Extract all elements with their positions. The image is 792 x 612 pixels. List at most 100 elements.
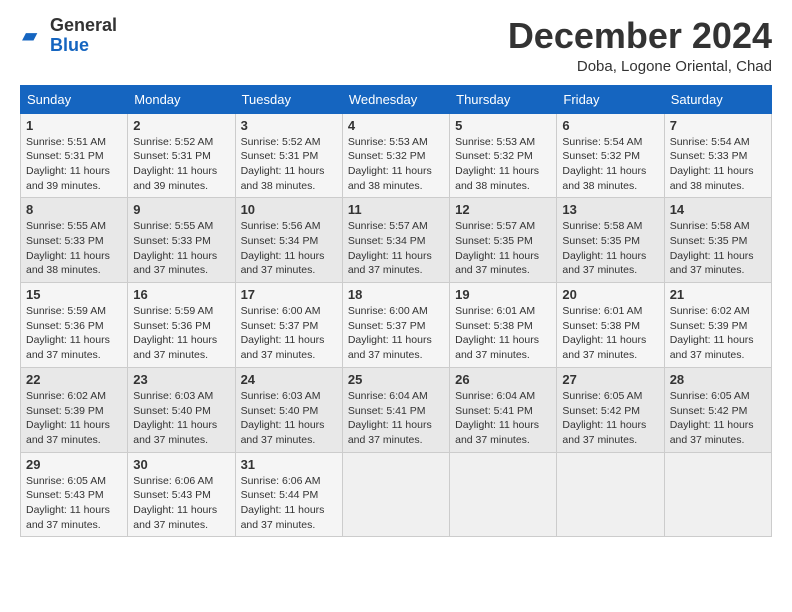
location-subtitle: Doba, Logone Oriental, Chad — [508, 58, 772, 75]
logo-text: General Blue — [50, 16, 117, 56]
day-info: Sunrise: 5:57 AMSunset: 5:35 PMDaylight:… — [455, 219, 551, 278]
calendar-cell — [342, 452, 449, 537]
weekday-header-tuesday: Tuesday — [235, 85, 342, 113]
calendar-cell: 15Sunrise: 5:59 AMSunset: 5:36 PMDayligh… — [21, 283, 128, 368]
weekday-header-friday: Friday — [557, 85, 664, 113]
calendar-cell: 25 Sunrise: 6:04 AMSunset: 5:41 PMDayligh… — [342, 367, 449, 452]
calendar-cell: 13 Sunrise: 5:58 AMSunset: 5:35 PMDayligh… — [557, 198, 664, 283]
day-info: Sunrise: 6:00 AMSunset: 5:37 PMDaylight:… — [348, 304, 444, 363]
day-number: 2 — [133, 118, 229, 133]
logo-blue: Blue — [50, 36, 117, 56]
calendar-cell: 31 Sunrise: 6:06 AMSunset: 5:44 PMDayligh… — [235, 452, 342, 537]
day-info: Sunrise: 6:04 AMSunset: 5:41 PMDaylight:… — [455, 389, 551, 448]
day-number: 6 — [562, 118, 658, 133]
calendar-cell: 3Sunrise: 5:52 AMSunset: 5:31 PMDaylight… — [235, 113, 342, 198]
calendar-cell: 2 Sunrise: 5:52 AMSunset: 5:31 PMDaylight… — [128, 113, 235, 198]
day-info: Sunrise: 5:56 AMSunset: 5:34 PMDaylight:… — [241, 219, 337, 278]
calendar-cell: 20 Sunrise: 6:01 AMSunset: 5:38 PMDayligh… — [557, 283, 664, 368]
calendar-cell: 5 Sunrise: 5:53 AMSunset: 5:32 PMDaylight… — [450, 113, 557, 198]
day-info: Sunrise: 6:01 AMSunset: 5:38 PMDaylight:… — [455, 304, 551, 363]
calendar-week-row: 22 Sunrise: 6:02 AMSunset: 5:39 PMDayligh… — [21, 367, 772, 452]
calendar-cell: 4Sunrise: 5:53 AMSunset: 5:32 PMDaylight… — [342, 113, 449, 198]
day-number: 24 — [241, 372, 337, 387]
calendar-cell: 22 Sunrise: 6:02 AMSunset: 5:39 PMDayligh… — [21, 367, 128, 452]
calendar-cell: 24 Sunrise: 6:03 AMSunset: 5:40 PMDayligh… — [235, 367, 342, 452]
day-number: 12 — [455, 202, 551, 217]
day-number: 8 — [26, 202, 122, 217]
day-number: 26 — [455, 372, 551, 387]
calendar-table: SundayMondayTuesdayWednesdayThursdayFrid… — [20, 85, 772, 538]
weekday-header-saturday: Saturday — [664, 85, 771, 113]
weekday-header-thursday: Thursday — [450, 85, 557, 113]
day-number: 31 — [241, 457, 337, 472]
title-block: December 2024 Doba, Logone Oriental, Cha… — [508, 16, 772, 75]
day-number: 10 — [241, 202, 337, 217]
day-info: Sunrise: 5:55 AMSunset: 5:33 PMDaylight:… — [133, 219, 229, 278]
calendar-cell: 14Sunrise: 5:58 AMSunset: 5:35 PMDayligh… — [664, 198, 771, 283]
calendar-cell: 21 Sunrise: 6:02 AMSunset: 5:39 PMDayligh… — [664, 283, 771, 368]
day-info: Sunrise: 5:53 AMSunset: 5:32 PMDaylight:… — [455, 135, 551, 194]
calendar-week-row: 8 Sunrise: 5:55 AMSunset: 5:33 PMDaylight… — [21, 198, 772, 283]
day-number: 28 — [670, 372, 766, 387]
calendar-cell: 10 Sunrise: 5:56 AMSunset: 5:34 PMDayligh… — [235, 198, 342, 283]
calendar-cell: 26 Sunrise: 6:04 AMSunset: 5:41 PMDayligh… — [450, 367, 557, 452]
day-info: Sunrise: 6:03 AMSunset: 5:40 PMDaylight:… — [241, 389, 337, 448]
calendar-cell: 8Sunrise: 5:55 AMSunset: 5:33 PMDaylight… — [21, 198, 128, 283]
day-number: 14 — [670, 202, 766, 217]
calendar-cell: 19 Sunrise: 6:01 AMSunset: 5:38 PMDayligh… — [450, 283, 557, 368]
day-number: 9 — [133, 202, 229, 217]
day-number: 15 — [26, 287, 122, 302]
day-info: Sunrise: 5:59 AMSunset: 5:36 PMDaylight:… — [133, 304, 229, 363]
day-number: 25 — [348, 372, 444, 387]
day-info: Sunrise: 5:54 AMSunset: 5:32 PMDaylight:… — [562, 135, 658, 194]
calendar-week-row: 1Sunrise: 5:51 AMSunset: 5:31 PMDaylight… — [21, 113, 772, 198]
day-number: 19 — [455, 287, 551, 302]
day-info: Sunrise: 6:05 AMSunset: 5:42 PMDaylight:… — [670, 389, 766, 448]
logo-icon: ▰ — [20, 22, 48, 50]
day-info: Sunrise: 6:05 AMSunset: 5:42 PMDaylight:… — [562, 389, 658, 448]
calendar-cell: 9 Sunrise: 5:55 AMSunset: 5:33 PMDaylight… — [128, 198, 235, 283]
day-number: 13 — [562, 202, 658, 217]
day-number: 20 — [562, 287, 658, 302]
calendar-header: SundayMondayTuesdayWednesdayThursdayFrid… — [21, 85, 772, 113]
weekday-header-wednesday: Wednesday — [342, 85, 449, 113]
calendar-cell — [557, 452, 664, 537]
day-info: Sunrise: 5:52 AMSunset: 5:31 PMDaylight:… — [133, 135, 229, 194]
calendar-body: 1Sunrise: 5:51 AMSunset: 5:31 PMDaylight… — [21, 113, 772, 537]
day-info: Sunrise: 6:02 AMSunset: 5:39 PMDaylight:… — [670, 304, 766, 363]
calendar-cell: 28 Sunrise: 6:05 AMSunset: 5:42 PMDayligh… — [664, 367, 771, 452]
day-info: Sunrise: 5:51 AMSunset: 5:31 PMDaylight:… — [26, 135, 122, 194]
calendar-page: ▰ General Blue December 2024 Doba, Logon… — [0, 0, 792, 553]
weekday-header-row: SundayMondayTuesdayWednesdayThursdayFrid… — [21, 85, 772, 113]
calendar-cell: 16Sunrise: 5:59 AMSunset: 5:36 PMDayligh… — [128, 283, 235, 368]
day-info: Sunrise: 6:02 AMSunset: 5:39 PMDaylight:… — [26, 389, 122, 448]
calendar-cell: 12 Sunrise: 5:57 AMSunset: 5:35 PMDayligh… — [450, 198, 557, 283]
svg-text:▰: ▰ — [22, 25, 38, 47]
calendar-cell — [450, 452, 557, 537]
calendar-week-row: 15 Sunrise: 5:59 AMSunset: 5:36 PMDayligh… — [21, 283, 772, 368]
calendar-week-row: 29 Sunrise: 6:05 AMSunset: 5:43 PMDayligh… — [21, 452, 772, 537]
day-info: Sunrise: 6:01 AMSunset: 5:38 PMDaylight:… — [562, 304, 658, 363]
day-number: 5 — [455, 118, 551, 133]
day-number: 17 — [241, 287, 337, 302]
day-info: Sunrise: 6:05 AMSunset: 5:43 PMDaylight:… — [26, 474, 122, 533]
day-number: 7 — [670, 118, 766, 133]
calendar-cell: 27 Sunrise: 6:05 AMSunset: 5:42 PMDayligh… — [557, 367, 664, 452]
day-number: 3 — [241, 118, 337, 133]
day-info: Sunrise: 5:58 AMSunset: 5:35 PMDaylight:… — [562, 219, 658, 278]
day-info: Sunrise: 6:04 AMSunset: 5:41 PMDaylight:… — [348, 389, 444, 448]
day-number: 21 — [670, 287, 766, 302]
day-info: Sunrise: 6:06 AMSunset: 5:43 PMDaylight:… — [133, 474, 229, 533]
calendar-cell — [664, 452, 771, 537]
day-number: 30 — [133, 457, 229, 472]
calendar-cell: 11 Sunrise: 5:57 AMSunset: 5:34 PMDayligh… — [342, 198, 449, 283]
day-info: Sunrise: 5:54 AMSunset: 5:33 PMDaylight:… — [670, 135, 766, 194]
day-number: 22 — [26, 372, 122, 387]
day-info: Sunrise: 5:53 AMSunset: 5:32 PMDaylight:… — [348, 135, 444, 194]
day-number: 27 — [562, 372, 658, 387]
day-info: Sunrise: 5:57 AMSunset: 5:34 PMDaylight:… — [348, 219, 444, 278]
day-number: 11 — [348, 202, 444, 217]
day-number: 29 — [26, 457, 122, 472]
day-info: Sunrise: 6:03 AMSunset: 5:40 PMDaylight:… — [133, 389, 229, 448]
day-info: Sunrise: 6:06 AMSunset: 5:44 PMDaylight:… — [241, 474, 337, 533]
